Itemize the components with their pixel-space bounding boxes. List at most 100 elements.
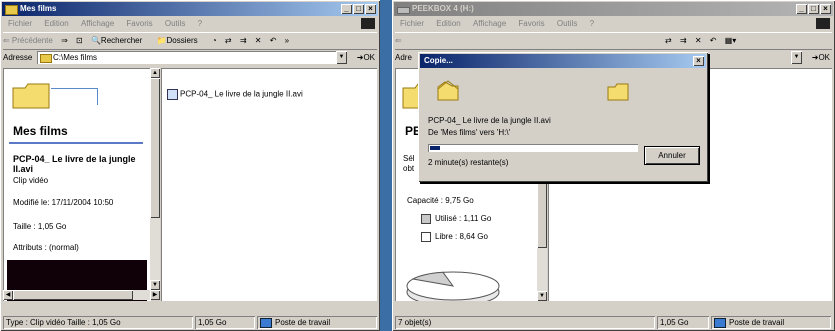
right-window-title: PEEKBOX 4 (H:) — [412, 4, 474, 13]
move-to-icon[interactable]: ⇄ — [225, 36, 232, 45]
selected-file-type: Clip vidéo — [13, 176, 49, 185]
address-dropdown-button[interactable]: ▼ — [791, 51, 802, 64]
obtain-text-partial: obt — [403, 164, 415, 173]
close-button[interactable]: × — [365, 4, 376, 14]
minimize-button[interactable]: _ — [796, 4, 807, 14]
views-icon[interactable]: ▦▾ — [725, 36, 737, 45]
file-modified-date: Modifié le: 17/11/2004 10:50 — [13, 198, 114, 207]
copy-from-to: De 'Mes films' vers 'H:\' — [428, 128, 511, 137]
menu-help[interactable]: ? — [198, 19, 202, 28]
copy-progress-bar — [428, 144, 638, 152]
address-value: C:\Mes films — [53, 53, 97, 62]
address-label: Adre — [395, 53, 412, 62]
windows-logo-icon — [361, 18, 375, 29]
used-legend: Utilisé : 1,11 Go — [421, 214, 491, 224]
capacity-label: Capacité : 9,75 Go — [407, 196, 474, 205]
cancel-button[interactable]: Annuler — [645, 147, 699, 164]
left-address-bar: Adresse C:\Mes films ▼ ➜OK — [3, 50, 377, 66]
menu-edition[interactable]: Edition — [436, 19, 460, 28]
menu-fichier[interactable]: Fichier — [400, 19, 424, 28]
menu-edition[interactable]: Edition — [44, 19, 68, 28]
folder-decoration-lines — [51, 88, 98, 105]
back-button[interactable]: ⇐ Précédente — [3, 36, 53, 45]
scroll-down-button[interactable]: ▼ — [150, 280, 160, 290]
maximize-button[interactable]: □ — [353, 4, 364, 14]
scroll-right-button[interactable]: ▶ — [150, 290, 160, 300]
left-menubar: Fichier Edition Affichage Favoris Outils… — [3, 18, 377, 30]
scroll-up-button[interactable]: ▲ — [150, 68, 160, 78]
undo-icon[interactable]: ↶ — [710, 36, 717, 45]
folder-icon — [40, 54, 52, 63]
forward-button[interactable]: ⇒ — [61, 36, 68, 45]
windows-logo-icon — [816, 18, 830, 29]
more-tools-button[interactable]: » — [285, 36, 289, 45]
up-folder-button[interactable]: ⊡ — [76, 36, 83, 45]
scroll-thumb[interactable] — [150, 78, 160, 218]
left-window-title: Mes films — [20, 4, 57, 13]
menu-fichier[interactable]: Fichier — [8, 19, 32, 28]
address-input[interactable]: C:\Mes films — [37, 51, 337, 64]
folder-icon — [5, 5, 18, 15]
left-toolbar: ⇐ Précédente ⇒ ⊡ 🔍Rechercher 📁Dossiers ◔… — [3, 32, 377, 50]
copy-progress-dialog: Copie... × PCP-04_ Le livre de la jungle… — [418, 52, 708, 182]
menu-affichage[interactable]: Affichage — [81, 19, 114, 28]
menu-affichage[interactable]: Affichage — [473, 19, 506, 28]
list-item-label: PCP-04_ Le livre de la jungle II.avi — [180, 89, 303, 99]
status-type-size: Type : Clip vidéo Taille : 1,05 Go — [3, 316, 193, 329]
dialog-close-button[interactable]: × — [693, 56, 704, 66]
left-titlebar[interactable]: Mes films _ □ × — [2, 2, 378, 16]
dialog-titlebar[interactable]: Copie... × — [420, 54, 706, 68]
dialog-title: Copie... — [424, 56, 453, 65]
menu-favoris[interactable]: Favoris — [518, 19, 544, 28]
list-item[interactable]: PCP-04_ Le livre de la jungle II.avi — [167, 89, 303, 100]
disk-usage-pie-chart — [406, 271, 500, 301]
computer-icon — [714, 317, 726, 328]
go-label: OK — [818, 53, 830, 62]
left-panel-vertical-scrollbar[interactable]: ▲ ▼ — [150, 68, 160, 290]
progress-fill — [430, 146, 440, 150]
status-location-label: Poste de travail — [275, 318, 331, 327]
video-file-icon — [167, 89, 178, 100]
status-location: Poste de travail — [257, 316, 377, 329]
delete-icon[interactable]: ✕ — [255, 36, 262, 45]
menu-outils[interactable]: Outils — [165, 19, 185, 28]
left-webview-panel: Mes films PCP-04_ Le livre de la jungle … — [3, 68, 151, 301]
delete-icon[interactable]: ✕ — [695, 36, 702, 45]
menu-favoris[interactable]: Favoris — [126, 19, 152, 28]
copy-to-icon[interactable]: ⇉ — [680, 36, 687, 45]
free-label: Libre : 8,64 Go — [435, 232, 488, 242]
file-attributes: Attributs : (normal) — [13, 243, 79, 252]
file-size: Taille : 1,05 Go — [13, 222, 67, 231]
go-button[interactable]: ➜OK — [349, 50, 375, 66]
go-button[interactable]: ➜OK — [804, 50, 830, 66]
scroll-left-button[interactable]: ◀ — [3, 290, 13, 300]
left-horizontal-scrollbar[interactable]: ◀ ▶ — [3, 290, 160, 300]
right-toolbar: ⇐ ⇄ ⇉ ✕ ↶ ▦▾ — [395, 32, 832, 50]
right-statusbar: 7 objet(s) 1,05 Go Poste de travail — [395, 316, 832, 329]
select-text-partial: Sél — [403, 154, 415, 163]
status-size: 1,05 Go — [657, 316, 709, 329]
minimize-button[interactable]: _ — [341, 4, 352, 14]
close-button[interactable]: × — [820, 4, 831, 14]
menu-help[interactable]: ? — [590, 19, 594, 28]
address-dropdown-button[interactable]: ▼ — [336, 51, 347, 64]
source-folder-icon — [437, 80, 459, 101]
free-legend: Libre : 8,64 Go — [421, 232, 488, 242]
drive-icon — [397, 7, 410, 14]
move-to-icon[interactable]: ⇄ — [665, 36, 672, 45]
maximize-button[interactable]: □ — [808, 4, 819, 14]
undo-icon[interactable]: ↶ — [270, 36, 277, 45]
copy-to-icon[interactable]: ⇉ — [240, 36, 247, 45]
menu-outils[interactable]: Outils — [557, 19, 577, 28]
status-size: 1,05 Go — [195, 316, 255, 329]
right-titlebar[interactable]: PEEKBOX 4 (H:) _ □ × — [394, 2, 833, 16]
left-file-list: PCP-04_ Le livre de la jungle II.avi — [161, 68, 377, 301]
back-button[interactable]: ⇐ — [395, 36, 402, 45]
h-scroll-thumb[interactable] — [13, 290, 133, 300]
folders-button[interactable]: 📁Dossiers — [157, 36, 204, 45]
scroll-down-button[interactable]: ▼ — [537, 291, 547, 301]
history-icon[interactable]: ◔ — [212, 36, 217, 45]
search-button[interactable]: 🔍Rechercher — [91, 36, 148, 45]
time-remaining: 2 minute(s) restante(s) — [428, 158, 509, 167]
status-object-count: 7 objet(s) — [395, 316, 655, 329]
